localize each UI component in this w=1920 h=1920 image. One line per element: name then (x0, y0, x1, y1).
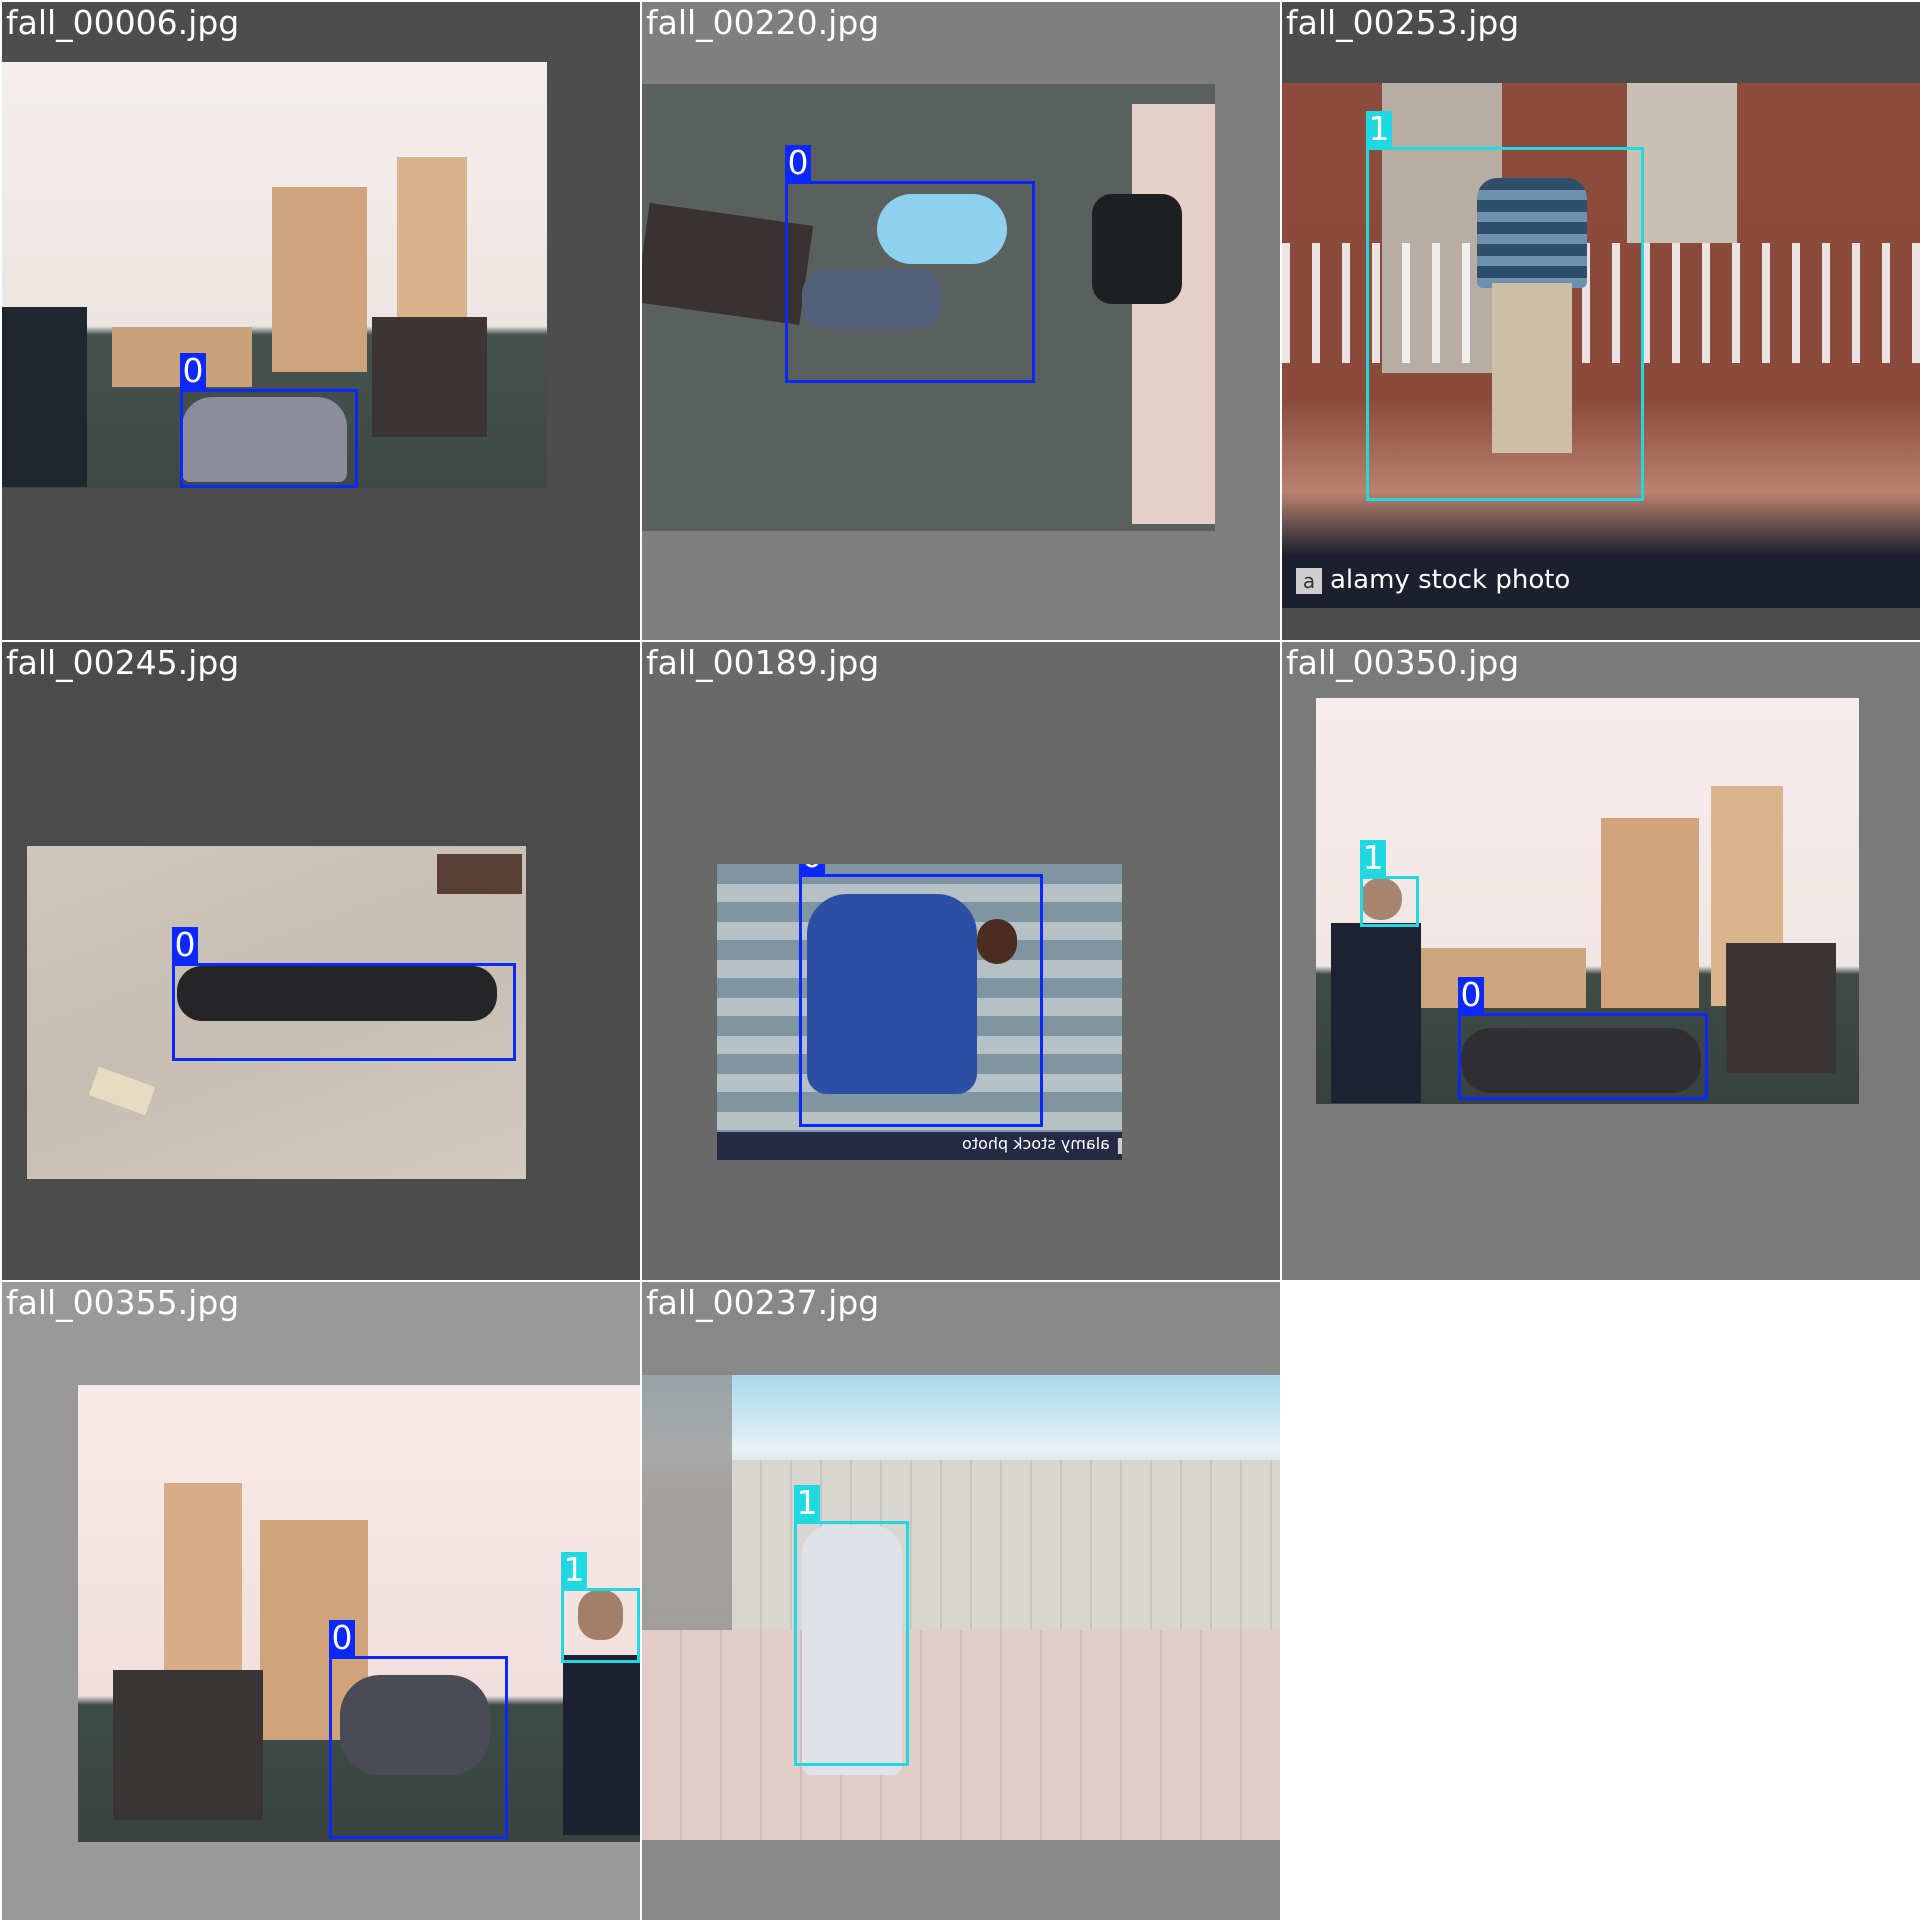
photo-pavement: 0 (27, 846, 526, 1179)
watermark: aalamy stock photo (1296, 565, 1570, 595)
tile-title: fall_00245.jpg (6, 643, 240, 682)
photo-office-room: 1 0 (78, 1385, 640, 1842)
tile-fall-00220: fall_00220.jpg 0 (642, 2, 1280, 640)
detection-box: 0 (799, 864, 1043, 1127)
detection-box: 1 (561, 1552, 640, 1663)
class-label: 1 (561, 1552, 587, 1588)
class-label: 0 (180, 353, 206, 389)
tile-title: fall_00355.jpg (6, 1283, 240, 1322)
photo-porch: 1 a alamy stock photo (1282, 83, 1920, 608)
class-label: 1 (794, 1485, 820, 1521)
tile-title: fall_00189.jpg (646, 643, 880, 682)
tile-title: fall_00237.jpg (646, 1283, 880, 1322)
photo-office-room: 1 0 (1316, 698, 1859, 1104)
detection-box: 1 (794, 1485, 909, 1766)
tile-fall-00237: fall_00237.jpg 1 (642, 1282, 1280, 1920)
class-label: 0 (329, 1620, 355, 1656)
photo-stairs: 0 aalamy stock photo (717, 864, 1122, 1160)
alamy-logo-icon: a (1296, 568, 1322, 594)
photo-overhead-floor: 0 (642, 84, 1215, 531)
tile-title: fall_00006.jpg (6, 3, 240, 42)
tile-title: fall_00350.jpg (1286, 643, 1520, 682)
detection-box: 1 (1360, 840, 1419, 927)
class-label: 0 (799, 864, 825, 874)
tile-title: fall_00220.jpg (646, 3, 880, 42)
photo-plaza: 1 (642, 1375, 1280, 1840)
photo-office-room: 0 (2, 62, 547, 488)
tile-fall-00355: fall_00355.jpg 1 0 (2, 1282, 640, 1920)
tile-title: fall_00253.jpg (1286, 3, 1520, 42)
tile-fall-00350: fall_00350.jpg 1 0 (1282, 642, 1920, 1280)
tile-fall-00245: fall_00245.jpg 0 (2, 642, 640, 1280)
detection-box: 1 (1366, 111, 1644, 501)
watermark: aalamy stock photo (962, 1134, 1122, 1154)
class-label: 0 (785, 145, 811, 181)
class-label: 0 (172, 927, 198, 963)
class-label: 0 (1458, 977, 1484, 1013)
detection-box: 0 (329, 1620, 508, 1839)
detection-box: 0 (1458, 977, 1708, 1100)
detection-box: 0 (785, 145, 1035, 383)
tile-fall-00006: fall_00006.jpg 0 (2, 2, 640, 640)
tile-fall-00253: fall_00253.jpg 1 a alamy stock photo (1282, 2, 1920, 640)
empty-cell (1282, 1282, 1920, 1920)
detection-box: 0 (172, 927, 516, 1061)
class-label: 1 (1360, 840, 1386, 876)
tile-fall-00189: fall_00189.jpg 0 aalamy stock photo (642, 642, 1280, 1280)
alamy-logo-icon: a (1117, 1138, 1122, 1154)
detection-box: 0 (180, 353, 358, 488)
class-label: 1 (1366, 111, 1392, 147)
